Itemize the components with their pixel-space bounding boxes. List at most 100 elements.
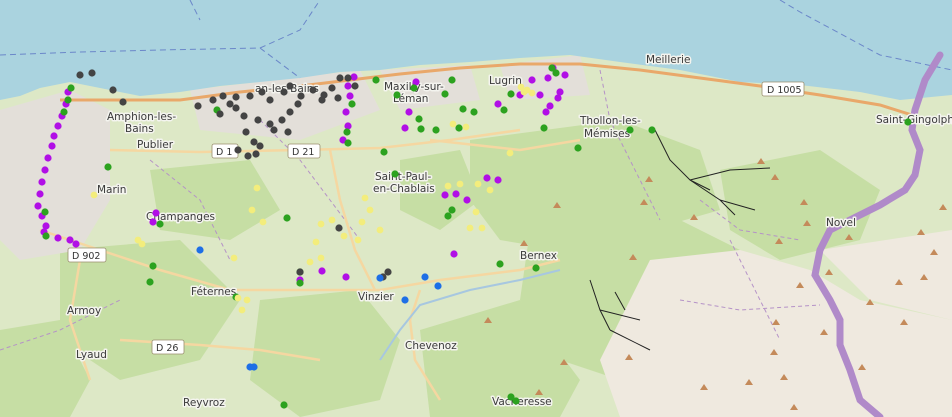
marker-dark[interactable] <box>384 268 392 276</box>
marker-magenta[interactable] <box>54 122 62 130</box>
marker-magenta[interactable] <box>66 236 74 244</box>
marker-blue[interactable] <box>401 296 409 304</box>
marker-green[interactable] <box>448 206 456 214</box>
marker-dark[interactable] <box>266 96 274 104</box>
marker-yellow[interactable] <box>134 236 142 244</box>
marker-dark[interactable] <box>242 128 250 136</box>
marker-magenta[interactable] <box>72 240 80 248</box>
marker-blue[interactable] <box>376 274 384 282</box>
marker-dark[interactable] <box>328 84 336 92</box>
marker-magenta[interactable] <box>342 108 350 116</box>
marker-green[interactable] <box>372 76 380 84</box>
marker-magenta[interactable] <box>483 174 491 182</box>
marker-magenta[interactable] <box>41 166 49 174</box>
marker-green[interactable] <box>574 144 582 152</box>
marker-magenta[interactable] <box>561 71 569 79</box>
marker-yellow[interactable] <box>474 180 482 188</box>
marker-magenta[interactable] <box>401 124 409 132</box>
marker-dark[interactable] <box>209 96 217 104</box>
marker-dark[interactable] <box>296 268 304 276</box>
marker-yellow[interactable] <box>230 254 238 262</box>
marker-green[interactable] <box>448 76 456 84</box>
marker-green[interactable] <box>540 124 548 132</box>
marker-dark[interactable] <box>256 142 264 150</box>
marker-magenta[interactable] <box>405 108 413 116</box>
marker-dark[interactable] <box>252 150 260 158</box>
marker-yellow[interactable] <box>486 186 494 194</box>
marker-green[interactable] <box>280 401 288 409</box>
marker-yellow[interactable] <box>376 226 384 234</box>
marker-yellow[interactable] <box>90 191 98 199</box>
marker-dark[interactable] <box>284 128 292 136</box>
marker-dark[interactable] <box>278 116 286 124</box>
marker-green[interactable] <box>648 126 656 134</box>
marker-yellow[interactable] <box>358 218 366 226</box>
marker-magenta[interactable] <box>50 132 58 140</box>
marker-magenta[interactable] <box>318 267 326 275</box>
marker-dark[interactable] <box>334 94 342 102</box>
marker-magenta[interactable] <box>441 191 449 199</box>
marker-magenta[interactable] <box>452 190 460 198</box>
marker-dark[interactable] <box>280 88 288 96</box>
marker-green[interactable] <box>444 212 452 220</box>
marker-dark[interactable] <box>88 69 96 77</box>
marker-dark[interactable] <box>234 146 242 154</box>
marker-magenta[interactable] <box>38 178 46 186</box>
marker-yellow[interactable] <box>306 258 314 266</box>
marker-green[interactable] <box>496 260 504 268</box>
marker-blue[interactable] <box>250 363 258 371</box>
marker-yellow[interactable] <box>472 208 480 216</box>
marker-green[interactable] <box>348 100 356 108</box>
marker-dark[interactable] <box>297 92 305 100</box>
marker-magenta[interactable] <box>463 196 471 204</box>
marker-magenta[interactable] <box>544 74 552 82</box>
marker-dark[interactable] <box>318 96 326 104</box>
marker-magenta[interactable] <box>44 154 52 162</box>
marker-magenta[interactable] <box>350 73 358 81</box>
marker-yellow[interactable] <box>328 216 336 224</box>
marker-yellow[interactable] <box>259 218 267 226</box>
marker-green[interactable] <box>343 128 351 136</box>
marker-dark[interactable] <box>240 112 248 120</box>
marker-dark[interactable] <box>335 224 343 232</box>
marker-green[interactable] <box>500 106 508 114</box>
marker-magenta[interactable] <box>542 108 550 116</box>
marker-green[interactable] <box>64 96 72 104</box>
marker-yellow[interactable] <box>248 206 256 214</box>
marker-dark[interactable] <box>219 92 227 100</box>
marker-green[interactable] <box>552 69 560 77</box>
marker-dark[interactable] <box>254 116 262 124</box>
marker-green[interactable] <box>41 208 49 216</box>
marker-yellow[interactable] <box>528 89 536 97</box>
marker-dark[interactable] <box>309 86 317 94</box>
marker-dark[interactable] <box>119 98 127 106</box>
marker-green[interactable] <box>283 214 291 222</box>
marker-magenta[interactable] <box>54 234 62 242</box>
marker-green[interactable] <box>432 126 440 134</box>
marker-yellow[interactable] <box>312 238 320 246</box>
marker-yellow[interactable] <box>456 180 464 188</box>
marker-green[interactable] <box>459 105 467 113</box>
marker-dark[interactable] <box>226 100 234 108</box>
marker-yellow[interactable] <box>462 123 470 131</box>
marker-yellow[interactable] <box>354 236 362 244</box>
marker-dark[interactable] <box>286 108 294 116</box>
marker-blue[interactable] <box>421 273 429 281</box>
marker-yellow[interactable] <box>317 220 325 228</box>
marker-magenta[interactable] <box>48 142 56 150</box>
marker-green[interactable] <box>146 278 154 286</box>
marker-green[interactable] <box>67 84 75 92</box>
marker-green[interactable] <box>470 108 478 116</box>
marker-yellow[interactable] <box>340 232 348 240</box>
marker-dark[interactable] <box>344 74 352 82</box>
marker-green[interactable] <box>512 397 520 405</box>
marker-dark[interactable] <box>76 71 84 79</box>
marker-green[interactable] <box>626 126 634 134</box>
marker-green[interactable] <box>156 220 164 228</box>
marker-magenta[interactable] <box>149 218 157 226</box>
marker-yellow[interactable] <box>234 294 242 302</box>
marker-yellow[interactable] <box>506 149 514 157</box>
marker-yellow[interactable] <box>361 194 369 202</box>
marker-yellow[interactable] <box>366 206 374 214</box>
marker-dark[interactable] <box>336 74 344 82</box>
